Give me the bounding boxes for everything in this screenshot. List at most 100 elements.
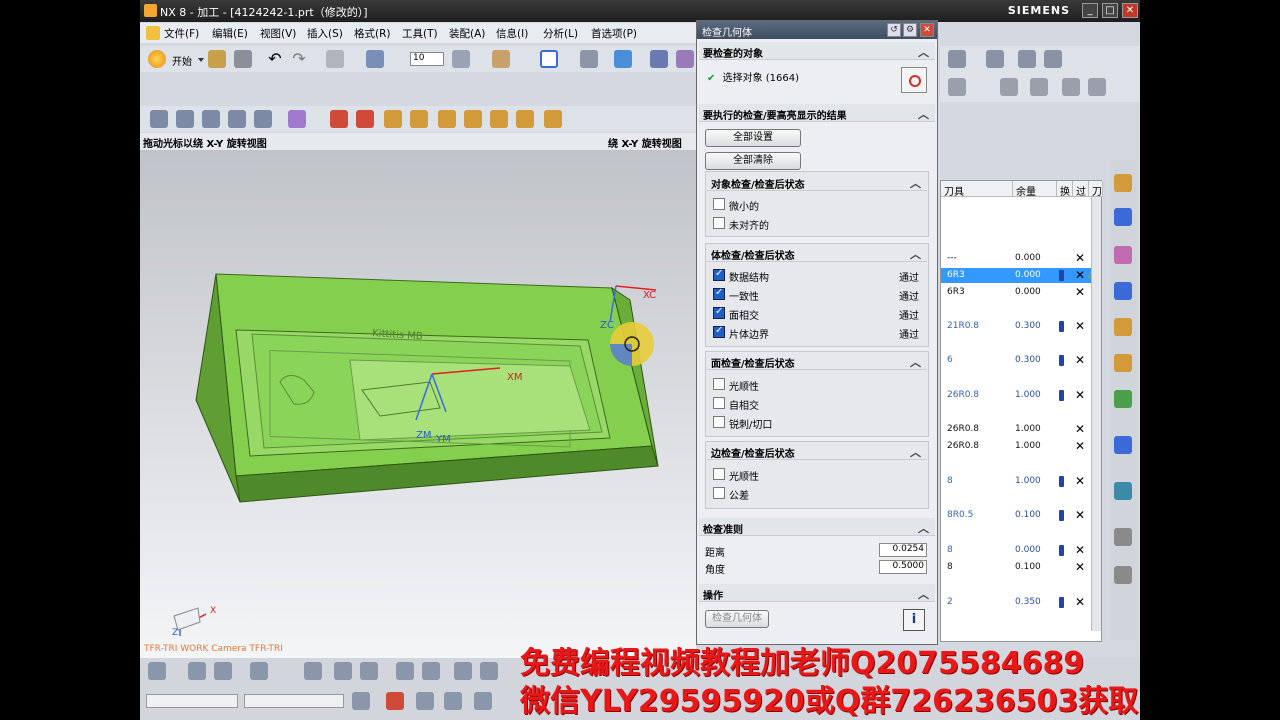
fit-view-icon[interactable] [540, 50, 558, 68]
select-plane-icon[interactable] [480, 662, 498, 680]
roles-icon[interactable] [1114, 482, 1132, 500]
checkbox[interactable] [713, 416, 725, 428]
reset-icon[interactable]: ↺ [887, 23, 901, 37]
menu-format[interactable]: 格式(R) [354, 26, 391, 41]
checkbox[interactable] [713, 397, 725, 409]
method-view-icon[interactable] [228, 110, 246, 128]
navigator-icon-1[interactable] [1114, 174, 1132, 192]
collapse-icon[interactable]: ︿ [910, 354, 921, 370]
tool-icon-i[interactable] [1088, 78, 1106, 96]
maximize-button[interactable]: □ [1102, 3, 1118, 18]
shaded-view-icon[interactable] [614, 50, 632, 68]
verify-toolpath-icon[interactable] [330, 110, 348, 128]
menu-preferences[interactable]: 首选项(P) [591, 26, 637, 41]
dialog-close-icon[interactable]: ✕ [920, 23, 934, 37]
navigator-icon-2[interactable] [1114, 208, 1132, 226]
table-row[interactable]: 6R3 0.000 ✕ [941, 285, 1091, 300]
table-row[interactable]: 21R0.8 0.300 ✕ [941, 319, 1091, 334]
shop-doc-icon[interactable] [384, 110, 402, 128]
geometry-view-icon[interactable] [202, 110, 220, 128]
collapse-icon[interactable]: ︿ [910, 175, 921, 191]
menu-insert[interactable]: 插入(S) [307, 26, 343, 41]
section-operation[interactable]: 操作 ︿ [699, 584, 935, 602]
history-icon[interactable] [1114, 528, 1132, 546]
body-check-header[interactable]: 体检查/检查后状态 ︿ [707, 244, 927, 262]
checkbox[interactable] [713, 306, 725, 319]
select-cursor-icon[interactable] [386, 692, 404, 710]
distance-input[interactable]: 0.0254 [879, 543, 927, 557]
type-filter-select[interactable] [146, 694, 238, 708]
select-sheet-icon[interactable] [454, 662, 472, 680]
graphics-viewport[interactable]: Kittitis MB XC ZC XM YM ZM X Z TFR-TRI W… [140, 150, 696, 658]
object-check-header[interactable]: 对象检查/检查后状态 ︿ [707, 173, 927, 191]
select-point-icon[interactable] [304, 662, 322, 680]
render-icon[interactable] [492, 50, 510, 68]
collapse-icon[interactable]: ︿ [910, 246, 921, 262]
mold-model[interactable]: Kittitis MB [140, 150, 696, 658]
navigator-icon-7[interactable] [1114, 390, 1132, 408]
selection-scope-select[interactable] [244, 694, 344, 708]
tool-icon-h[interactable] [1062, 78, 1080, 96]
cut-levels-icon[interactable] [544, 110, 562, 128]
menu-file[interactable]: 文件(F) [164, 26, 199, 41]
tool-icon-f[interactable] [1000, 78, 1018, 96]
size-select[interactable]: 10 [410, 52, 444, 66]
table-row[interactable]: 26R0.8 1.000 ✕ [941, 439, 1091, 454]
select-solid-icon[interactable] [422, 662, 440, 680]
check-geometry-button[interactable]: 检查几何体 [705, 610, 769, 628]
navigator-icon-5[interactable] [1114, 318, 1132, 336]
checkbox[interactable] [713, 217, 725, 229]
select-object-crosshair-icon[interactable] [901, 67, 927, 93]
deselect-icon[interactable] [416, 692, 434, 710]
table-row[interactable]: 26R0.8 1.000 ✕ [941, 422, 1091, 437]
app-menu-icon[interactable] [146, 26, 160, 40]
selection-filter-icon[interactable] [366, 50, 384, 68]
layer-icon[interactable] [452, 50, 470, 68]
rotate-view-icon[interactable] [580, 50, 598, 68]
start-dropdown-arrow[interactable] [198, 58, 204, 62]
start-button-label[interactable]: 开始 [172, 53, 192, 68]
open-icon[interactable] [208, 50, 226, 68]
close-button[interactable]: ✕ [1122, 3, 1138, 18]
web-icon[interactable] [1114, 436, 1132, 454]
minimize-button[interactable]: _ [1082, 3, 1098, 18]
select-body-icon[interactable] [214, 662, 232, 680]
snap-icon[interactable] [148, 662, 166, 680]
tool-icon-d[interactable] [1044, 50, 1062, 68]
menu-assembly[interactable]: 装配(A) [449, 26, 485, 41]
table-row[interactable]: 8 0.000 ✕ [941, 543, 1091, 558]
undo-icon[interactable]: ↶ [266, 50, 284, 68]
checkbox[interactable] [713, 287, 725, 300]
checkbox[interactable] [713, 487, 725, 499]
col-header-pass[interactable]: 过 [1073, 181, 1089, 198]
angle-input[interactable]: 0.5000 [879, 560, 927, 574]
postprocess-icon[interactable] [356, 110, 374, 128]
info-icon[interactable]: i [903, 609, 925, 631]
tool-view-icon[interactable] [176, 110, 194, 128]
level-icon[interactable] [516, 110, 534, 128]
palette-icon[interactable] [1114, 566, 1132, 584]
collapse-icon[interactable]: ︿ [918, 106, 929, 122]
program-view-icon[interactable] [150, 110, 168, 128]
collapse-icon[interactable]: ︿ [918, 520, 929, 536]
wireframe-view-icon[interactable] [650, 50, 668, 68]
select-all-icon[interactable] [444, 692, 462, 710]
menu-tools[interactable]: 工具(T) [402, 26, 438, 41]
checkbox[interactable] [713, 198, 725, 210]
select-comp-icon[interactable] [396, 662, 414, 680]
table-row[interactable]: 8R0.5 0.100 ✕ [941, 508, 1091, 523]
select-curve-icon[interactable] [334, 662, 352, 680]
checkbox[interactable] [713, 468, 725, 480]
table-row[interactable]: 6R30.000✕⚠ [941, 268, 1097, 283]
table-row[interactable]: 2 0.350 ✕ [941, 595, 1091, 610]
collapse-icon[interactable]: ︿ [910, 444, 921, 460]
table-row[interactable]: 8 0.100 ✕ [941, 560, 1091, 575]
menu-view[interactable]: 视图(V) [260, 26, 296, 41]
tool-icon-a[interactable] [948, 50, 966, 68]
set-all-button[interactable]: 全部设置 [705, 129, 801, 147]
checkbox[interactable] [713, 268, 725, 281]
navigator-icon-6[interactable] [1114, 354, 1132, 372]
table-row[interactable]: 8 1.000 ✕ [941, 474, 1091, 489]
feed-icon[interactable] [438, 110, 456, 128]
display-mode-icon[interactable] [676, 50, 694, 68]
